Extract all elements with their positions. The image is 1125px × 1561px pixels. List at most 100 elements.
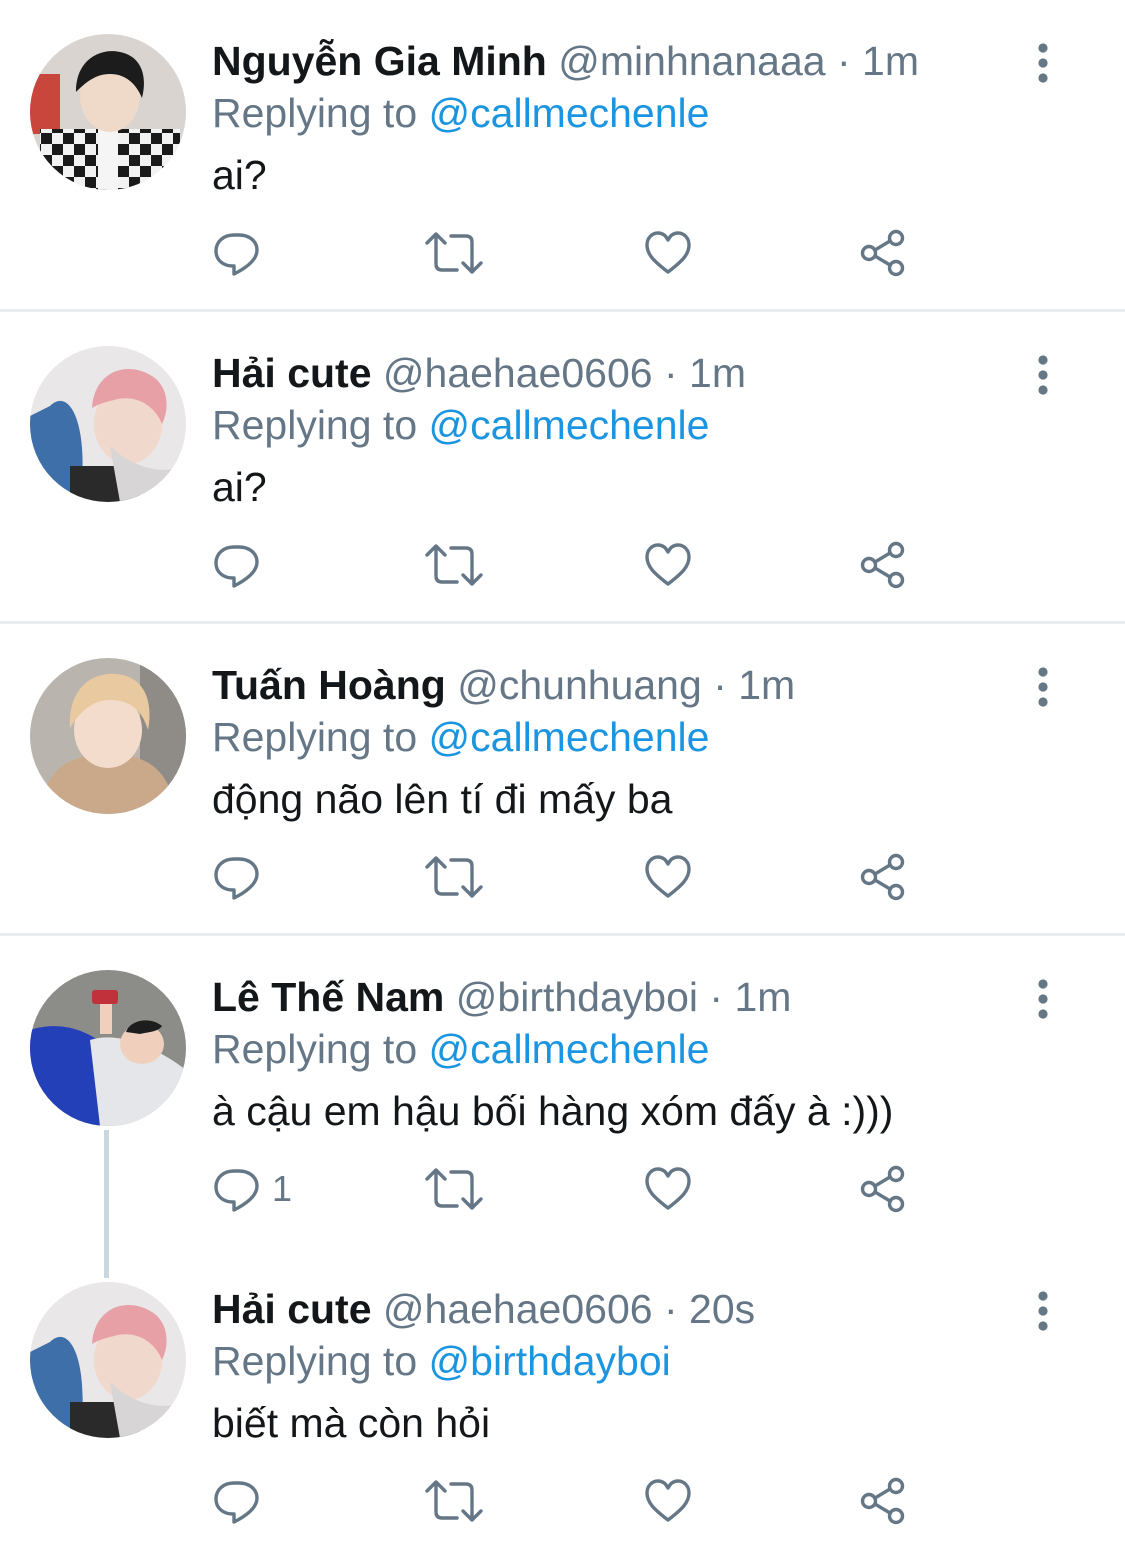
retweet-icon bbox=[424, 540, 484, 590]
replying-to-prefix: Replying to bbox=[212, 1026, 418, 1072]
timestamp[interactable]: 20s bbox=[689, 1286, 755, 1332]
reply-tweet[interactable]: Hải cute @haehae0606 · 20s Replying to @… bbox=[0, 1248, 1125, 1560]
share-icon bbox=[858, 540, 908, 590]
tweet-header: Hải cute @haehae0606 · 20s bbox=[212, 1284, 755, 1334]
reply-icon bbox=[212, 228, 262, 278]
checkered-cardigan-portrait bbox=[30, 34, 186, 190]
reply-icon bbox=[212, 852, 262, 902]
like-button[interactable] bbox=[643, 540, 693, 590]
like-button[interactable] bbox=[643, 852, 693, 902]
avatar[interactable] bbox=[30, 346, 186, 502]
reply-tweet[interactable]: Lê Thế Nam @birthdayboi · 1m Replying to… bbox=[0, 936, 1125, 1248]
replying-to-prefix: Replying to bbox=[212, 714, 418, 760]
timestamp[interactable]: 1m bbox=[738, 662, 795, 708]
share-icon bbox=[858, 1476, 908, 1526]
reply-button[interactable]: 1 bbox=[212, 1164, 292, 1214]
replying-to: Replying to @birthdayboi bbox=[212, 1336, 671, 1386]
reply-tweet[interactable]: Hải cute @haehae0606 · 1m Replying to @c… bbox=[0, 312, 1125, 624]
avatar[interactable] bbox=[30, 970, 186, 1126]
reply-button[interactable] bbox=[212, 1476, 272, 1526]
tweet-text: ai? bbox=[212, 464, 267, 510]
replying-to: Replying to @callmechenle bbox=[212, 1024, 709, 1074]
tweet-header: Tuấn Hoàng @chunhuang · 1m bbox=[212, 660, 795, 710]
heart-icon bbox=[643, 852, 693, 902]
retweet-icon bbox=[424, 852, 484, 902]
more-vertical-icon[interactable] bbox=[1020, 976, 1066, 1022]
retweet-button[interactable] bbox=[424, 1476, 484, 1526]
timestamp[interactable]: 1m bbox=[862, 38, 919, 84]
reply-tweet[interactable]: Tuấn Hoàng @chunhuang · 1m Replying to @… bbox=[0, 624, 1125, 936]
like-button[interactable] bbox=[643, 1164, 693, 1214]
lying-on-floor-portrait bbox=[30, 970, 186, 1126]
separator-dot: · bbox=[663, 350, 678, 396]
replying-to-prefix: Replying to bbox=[212, 1338, 418, 1384]
mention-link[interactable]: @callmechenle bbox=[429, 1026, 710, 1072]
reply-icon bbox=[212, 1164, 262, 1214]
replying-to-prefix: Replying to bbox=[212, 402, 418, 448]
retweet-button[interactable] bbox=[424, 1164, 484, 1214]
replying-to: Replying to @callmechenle bbox=[212, 88, 709, 138]
avatar[interactable] bbox=[30, 658, 186, 814]
retweet-icon bbox=[424, 1164, 484, 1214]
reply-icon bbox=[212, 540, 262, 590]
replying-to: Replying to @callmechenle bbox=[212, 400, 709, 450]
share-icon bbox=[858, 852, 908, 902]
tweet-text: biết mà còn hỏi bbox=[212, 1400, 491, 1446]
timestamp[interactable]: 1m bbox=[734, 974, 791, 1020]
more-vertical-icon[interactable] bbox=[1020, 352, 1066, 398]
separator-dot: · bbox=[709, 974, 724, 1020]
more-vertical-icon[interactable] bbox=[1020, 664, 1066, 710]
pink-hair-sleeping-portrait bbox=[30, 1282, 186, 1438]
user-handle[interactable]: @haehae0606 bbox=[383, 1286, 653, 1332]
blond-hoodie-portrait bbox=[30, 658, 186, 814]
user-handle[interactable]: @birthdayboi bbox=[456, 974, 698, 1020]
tweet-text: à cậu em hậu bối hàng xóm đấy à :))) bbox=[212, 1088, 894, 1134]
share-icon bbox=[858, 1164, 908, 1214]
heart-icon bbox=[643, 540, 693, 590]
share-button[interactable] bbox=[858, 1164, 908, 1214]
retweet-button[interactable] bbox=[424, 228, 484, 278]
display-name[interactable]: Hải cute bbox=[212, 1286, 372, 1332]
heart-icon bbox=[643, 1476, 693, 1526]
tweet-header: Hải cute @haehae0606 · 1m bbox=[212, 348, 746, 398]
display-name[interactable]: Hải cute bbox=[212, 350, 372, 396]
pink-hair-sleeping-portrait bbox=[30, 346, 186, 502]
like-button[interactable] bbox=[643, 1476, 693, 1526]
display-name[interactable]: Tuấn Hoàng bbox=[212, 662, 446, 708]
tweet-text: ai? bbox=[212, 152, 267, 198]
avatar[interactable] bbox=[30, 1282, 186, 1438]
mention-link[interactable]: @callmechenle bbox=[429, 90, 710, 136]
reply-button[interactable] bbox=[212, 228, 272, 278]
separator-dot: · bbox=[663, 1286, 678, 1332]
avatar[interactable] bbox=[30, 34, 186, 190]
retweet-icon bbox=[424, 228, 484, 278]
more-vertical-icon[interactable] bbox=[1020, 1288, 1066, 1334]
tweet-header: Nguyễn Gia Minh @minhnanaaa · 1m bbox=[212, 36, 919, 86]
share-button[interactable] bbox=[858, 540, 908, 590]
mention-link[interactable]: @birthdayboi bbox=[429, 1338, 671, 1384]
separator-dot: · bbox=[836, 38, 851, 84]
reply-button[interactable] bbox=[212, 852, 272, 902]
reply-count: 1 bbox=[272, 1168, 293, 1209]
mention-link[interactable]: @callmechenle bbox=[429, 714, 710, 760]
user-handle[interactable]: @minhnanaaa bbox=[558, 38, 825, 84]
timestamp[interactable]: 1m bbox=[689, 350, 746, 396]
share-button[interactable] bbox=[858, 1476, 908, 1526]
retweet-button[interactable] bbox=[424, 540, 484, 590]
heart-icon bbox=[643, 228, 693, 278]
like-button[interactable] bbox=[643, 228, 693, 278]
display-name[interactable]: Nguyễn Gia Minh bbox=[212, 38, 547, 84]
share-button[interactable] bbox=[858, 228, 908, 278]
reply-button[interactable] bbox=[212, 540, 272, 590]
mention-link[interactable]: @callmechenle bbox=[429, 402, 710, 448]
user-handle[interactable]: @haehae0606 bbox=[383, 350, 653, 396]
user-handle[interactable]: @chunhuang bbox=[457, 662, 702, 708]
retweet-button[interactable] bbox=[424, 852, 484, 902]
more-vertical-icon[interactable] bbox=[1020, 40, 1066, 86]
display-name[interactable]: Lê Thế Nam bbox=[212, 974, 444, 1020]
share-button[interactable] bbox=[858, 852, 908, 902]
heart-icon bbox=[643, 1164, 693, 1214]
tweet-header: Lê Thế Nam @birthdayboi · 1m bbox=[212, 972, 791, 1022]
reply-tweet[interactable]: Nguyễn Gia Minh @minhnanaaa · 1m Replyin… bbox=[0, 0, 1125, 312]
share-icon bbox=[858, 228, 908, 278]
